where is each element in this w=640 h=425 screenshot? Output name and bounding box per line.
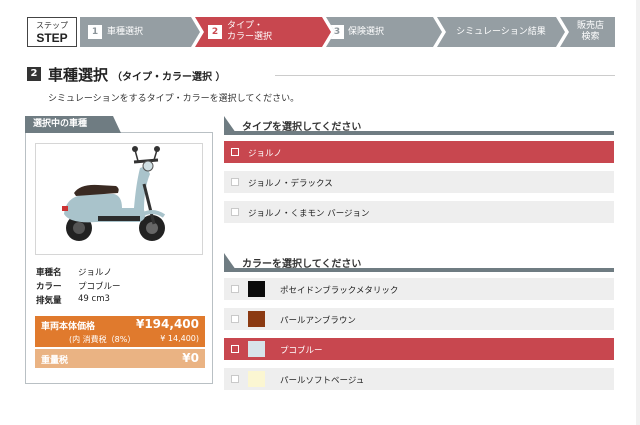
vehicle-price-box: 車両本体価格 ¥194,400 (内 消費税（8%） ¥ 14,400): [35, 316, 205, 347]
spec-row-color: カラー プコブルー: [36, 280, 121, 294]
step-label-text: 車種選択: [107, 26, 144, 37]
step-label-small: ステップ: [36, 21, 68, 30]
step-label-line2: カラー選択: [227, 32, 273, 42]
step-3-insurance-select[interactable]: 3 保険選択: [326, 17, 442, 47]
step-label-big: STEP: [36, 31, 68, 45]
step-2-type-color-select[interactable]: 2 タイプ・ カラー選択: [195, 17, 331, 47]
type-section-header: タイプを選択してください: [224, 116, 614, 135]
spec-row-model: 車種名 ジョルノ: [36, 266, 121, 280]
checkbox[interactable]: [231, 178, 239, 186]
page-subtitle: （タイプ・カラー選択 ）: [112, 72, 226, 83]
step-label: ステップ STEP: [27, 17, 77, 47]
page-title-main: 車種選択: [48, 66, 109, 84]
heading-divider: [275, 75, 615, 76]
color-option-poseidon-black[interactable]: ポセイドンブラックメタリック: [224, 278, 614, 300]
checkbox[interactable]: [231, 345, 239, 353]
type-option-giorno-kumamon[interactable]: ジョルノ・くまモン バージョン: [224, 201, 614, 223]
step-number: 3: [330, 25, 344, 39]
option-label: ポセイドンブラックメタリック: [280, 286, 399, 296]
spec-value: ジョルノ: [78, 268, 113, 278]
color-section-header: カラーを選択してください: [224, 253, 614, 272]
step-1-vehicle-select[interactable]: 1 車種選択: [80, 17, 200, 47]
weight-tax-value: ¥0: [182, 351, 199, 365]
option-label: ジョルノ・デラックス: [248, 179, 333, 189]
option-label: ジョルノ: [248, 149, 283, 159]
selected-vehicle-panel: 車種名 ジョルノ カラー プコブルー 排気量 49 cm3 車両本体価格 ¥19…: [25, 132, 213, 384]
checkbox[interactable]: [231, 375, 239, 383]
step-number: 1: [88, 25, 102, 39]
color-option-puko-blue[interactable]: プコブルー: [224, 338, 614, 360]
price-label: 車両本体価格: [41, 322, 96, 332]
spec-key: 車種名: [36, 268, 62, 278]
color-swatch: [248, 371, 265, 387]
option-label: パールソフトベージュ: [280, 376, 365, 386]
step-label-line1: タイプ・: [227, 21, 264, 31]
option-label: ジョルノ・くまモン バージョン: [248, 209, 370, 219]
spec-key: 排気量: [36, 296, 62, 306]
color-option-pearl-soft-beige[interactable]: パールソフトベージュ: [224, 368, 614, 390]
scooter-illustration: [62, 146, 166, 241]
page-scroll-edge: [636, 0, 640, 425]
checkbox[interactable]: [231, 285, 239, 293]
price-value: ¥194,400: [135, 317, 199, 331]
section-underline: [224, 131, 614, 135]
page-instructions: シミュレーションをするタイプ・カラーを選択してください。: [48, 94, 300, 104]
color-option-pearl-brown[interactable]: パールアンブラウン: [224, 308, 614, 330]
page-heading: 2 車種選択 （タイプ・カラー選択 ）: [27, 64, 615, 86]
checkbox[interactable]: [231, 315, 239, 323]
step-label-line2: 検索: [581, 32, 600, 42]
spec-value: プコブルー: [78, 282, 121, 292]
color-swatch: [248, 311, 265, 327]
tax-label: (内 消費税（8%）: [69, 335, 136, 344]
step-label-text: タイプ・ カラー選択: [227, 17, 272, 47]
step-label-text: 販売店 検索: [560, 17, 615, 47]
section-underline: [224, 268, 614, 272]
selected-vehicle-tab: 選択中の車種: [25, 116, 121, 133]
step-number: 2: [208, 25, 222, 39]
step-label-text: 保険選択: [348, 26, 385, 37]
option-label: プコブルー: [280, 346, 323, 356]
step-label-line1: 販売店: [576, 21, 604, 31]
checkbox[interactable]: [231, 148, 239, 156]
color-swatch: [248, 341, 265, 357]
type-option-giorno[interactable]: ジョルノ: [224, 141, 614, 163]
spec-row-displacement: 排気量 49 cm3: [36, 294, 121, 308]
checkbox[interactable]: [231, 208, 239, 216]
step-navigation: ステップ STEP 1 車種選択 2 タイプ・ カラー選択 3 保険選択 シミュ…: [27, 17, 615, 47]
step-dealer-search[interactable]: 販売店 検索: [560, 17, 615, 47]
weight-tax-label: 重量税: [41, 356, 69, 366]
step-badge: 2: [27, 67, 41, 81]
option-label: パールアンブラウン: [280, 316, 356, 326]
spec-value: 49 cm3: [78, 294, 110, 304]
tax-value: ¥ 14,400): [160, 334, 199, 343]
spec-key: カラー: [36, 282, 62, 292]
page-title: 車種選択 （タイプ・カラー選択 ）: [48, 64, 226, 85]
type-option-giorno-deluxe[interactable]: ジョルノ・デラックス: [224, 171, 614, 193]
step-label-text: シミュレーション結果: [456, 26, 546, 37]
vehicle-photo: [35, 143, 203, 255]
vehicle-specs: 車種名 ジョルノ カラー プコブルー 排気量 49 cm3: [36, 266, 121, 308]
weight-tax-box: 重量税 ¥0: [35, 349, 205, 368]
step-simulation-result[interactable]: シミュレーション結果: [437, 17, 565, 47]
color-swatch: [248, 281, 265, 297]
